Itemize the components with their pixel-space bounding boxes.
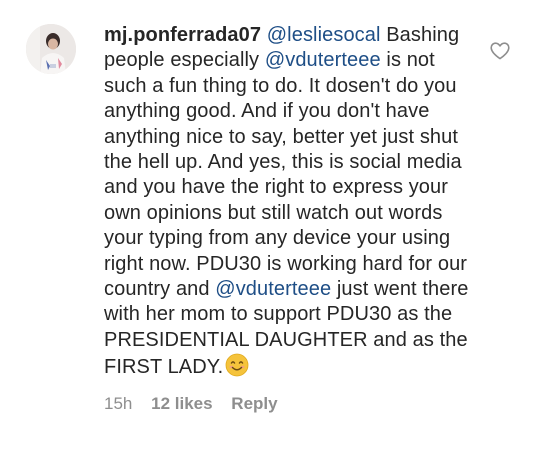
comment-username[interactable]: mj.ponferrada07 <box>104 24 261 46</box>
smiling-face-emoji-icon <box>225 353 249 384</box>
comment-text-part: is not such a fun thing to do. It dosen'… <box>104 49 468 301</box>
mention-link[interactable]: @vduterteee <box>215 278 331 300</box>
mention-link[interactable]: @lesliesocal <box>267 24 381 46</box>
comment-body: mj.ponferrada07 @lesliesocal Bashing peo… <box>104 23 470 414</box>
likes-count[interactable]: 12 likes <box>151 394 212 413</box>
comment-timestamp: 15h <box>104 393 133 413</box>
avatar-image <box>26 24 76 74</box>
avatar[interactable] <box>26 24 76 74</box>
comment-meta: 15h 12 likes Reply <box>104 394 470 414</box>
mention-link[interactable]: @vduterteee <box>265 49 381 71</box>
reply-button[interactable]: Reply <box>231 394 277 413</box>
comment-item: mj.ponferrada07 @lesliesocal Bashing peo… <box>0 0 540 466</box>
heart-outline-icon[interactable] <box>490 42 510 60</box>
comment-text: mj.ponferrada07 @lesliesocal Bashing peo… <box>104 23 470 385</box>
